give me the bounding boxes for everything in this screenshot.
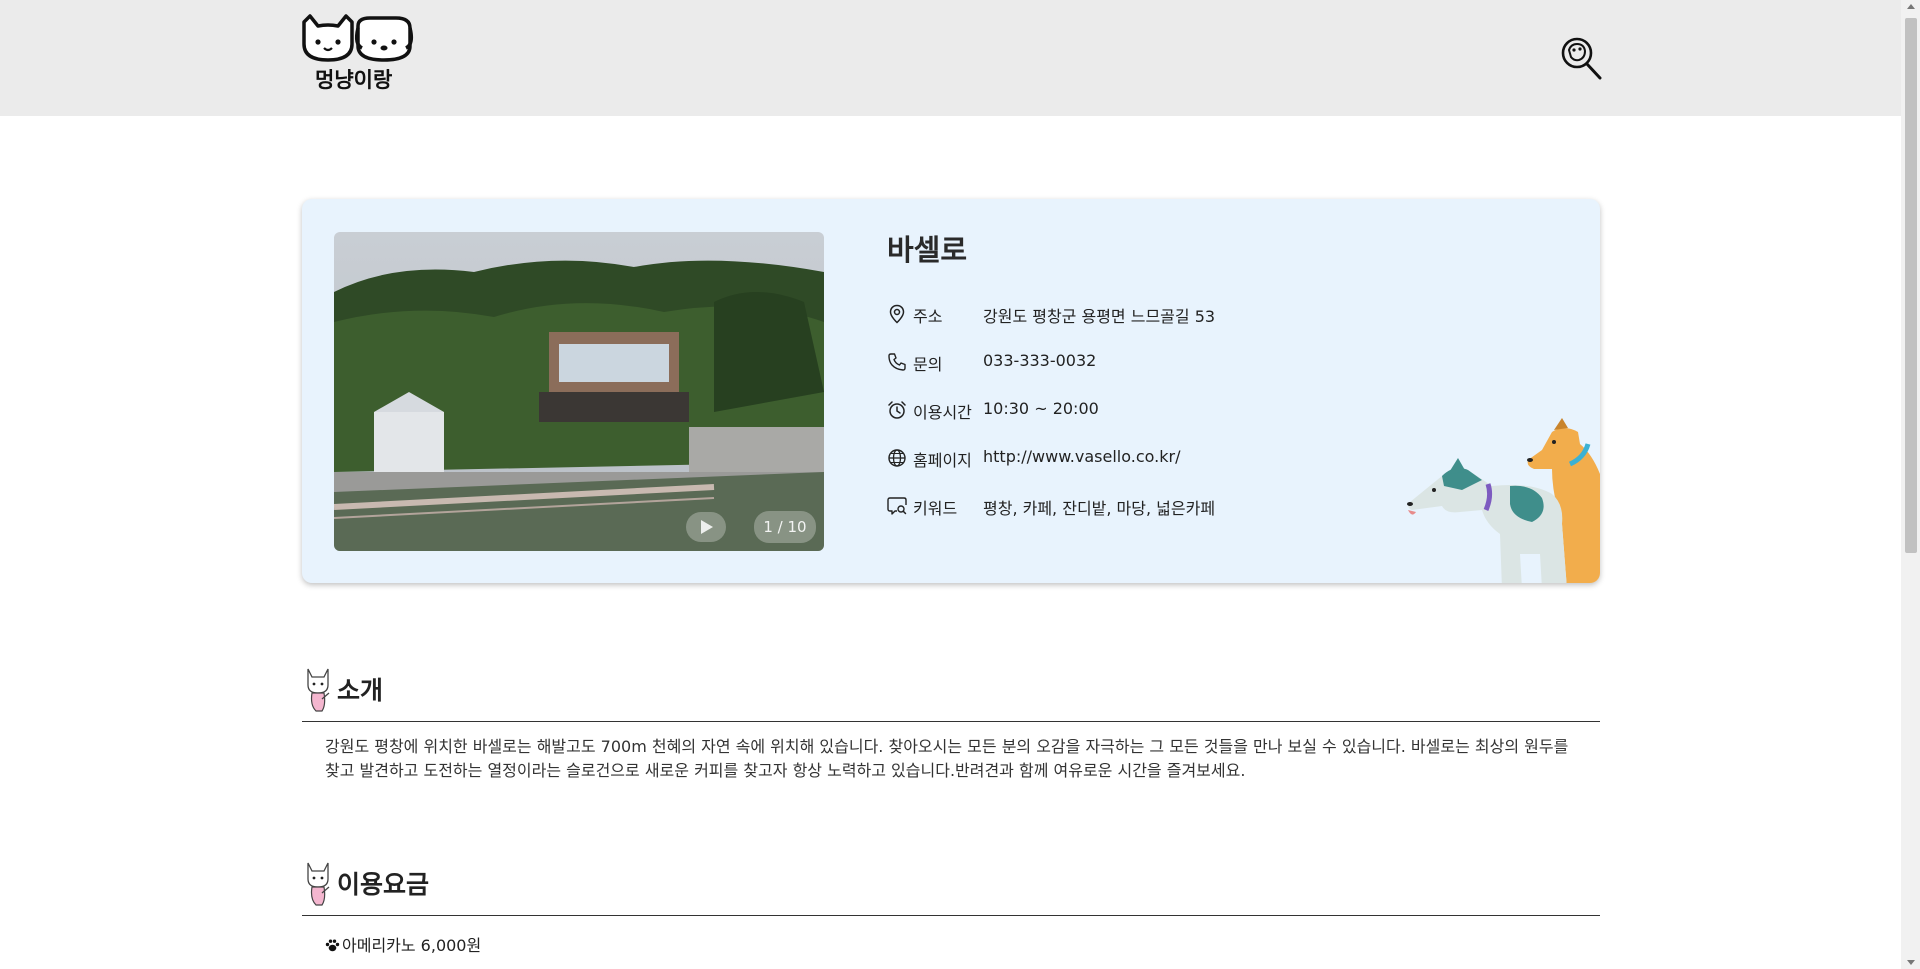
section-title: 이용요금 (337, 870, 430, 899)
hours-value: 10:30 ~ 20:00 (983, 399, 1099, 418)
chat-search-icon (887, 497, 907, 515)
section-title: 소개 (337, 676, 384, 705)
search-button[interactable] (1560, 36, 1602, 80)
info-label: 문의 (913, 355, 943, 374)
place-title: 바셀로 (887, 233, 968, 267)
search-paw-icon (1561, 37, 1602, 80)
location-pin-icon (889, 304, 905, 324)
logo-text: 멍냥이랑 (315, 68, 393, 92)
place-detail-card: 1 / 10 바셀로 주소 강원도 평창군 용평면 느므골길 53 문의 033… (302, 199, 1600, 583)
intro-text: 강원도 평창에 위치한 바셀로는 해발고도 700m 천혜의 자연 속에 위치해… (325, 737, 1569, 780)
site-logo[interactable]: 멍냥이랑 (300, 14, 414, 94)
price-item-text: 아메리카노 6,000원 (342, 936, 482, 955)
puppy-mascot-icon (307, 668, 330, 712)
pricing-section-header: 이용요금 (302, 857, 1600, 916)
scrollbar-thumb[interactable] (1905, 18, 1917, 553)
phone-icon (888, 353, 906, 371)
page-scrollbar[interactable] (1901, 0, 1920, 969)
slideshow-play-button[interactable] (686, 512, 726, 542)
play-icon (701, 520, 713, 534)
phone-value[interactable]: 033-333-0032 (983, 351, 1096, 370)
address-value: 강원도 평창군 용평면 느므골길 53 (983, 307, 1216, 326)
place-photo-carousel[interactable]: 1 / 10 (334, 232, 824, 551)
puppy-mascot-icon (307, 862, 330, 906)
info-label: 키워드 (913, 499, 958, 518)
cat-dog-logo-icon (302, 14, 414, 62)
scroll-down-arrow-icon[interactable] (1907, 960, 1915, 965)
globe-icon (888, 449, 906, 467)
info-label: 주소 (913, 307, 943, 326)
alarm-clock-icon (888, 401, 906, 419)
intro-section-header: 소개 (302, 663, 1600, 722)
price-list-item: 아메리카노 6,000원 (325, 932, 481, 956)
photo-counter: 1 / 10 (754, 511, 816, 543)
place-photo (334, 232, 824, 551)
info-label: 이용시간 (913, 403, 972, 422)
keywords-value: 평창, 카페, 잔디밭, 마당, 넓은카페 (983, 499, 1216, 518)
info-label: 홈페이지 (913, 451, 972, 470)
site-header: 멍냥이랑 (0, 0, 1901, 116)
scroll-up-arrow-icon[interactable] (1907, 4, 1915, 9)
paw-icon (325, 939, 340, 952)
homepage-link[interactable]: http://www.vasello.co.kr/ (983, 447, 1180, 466)
dogs-illustration-icon (1407, 418, 1600, 583)
